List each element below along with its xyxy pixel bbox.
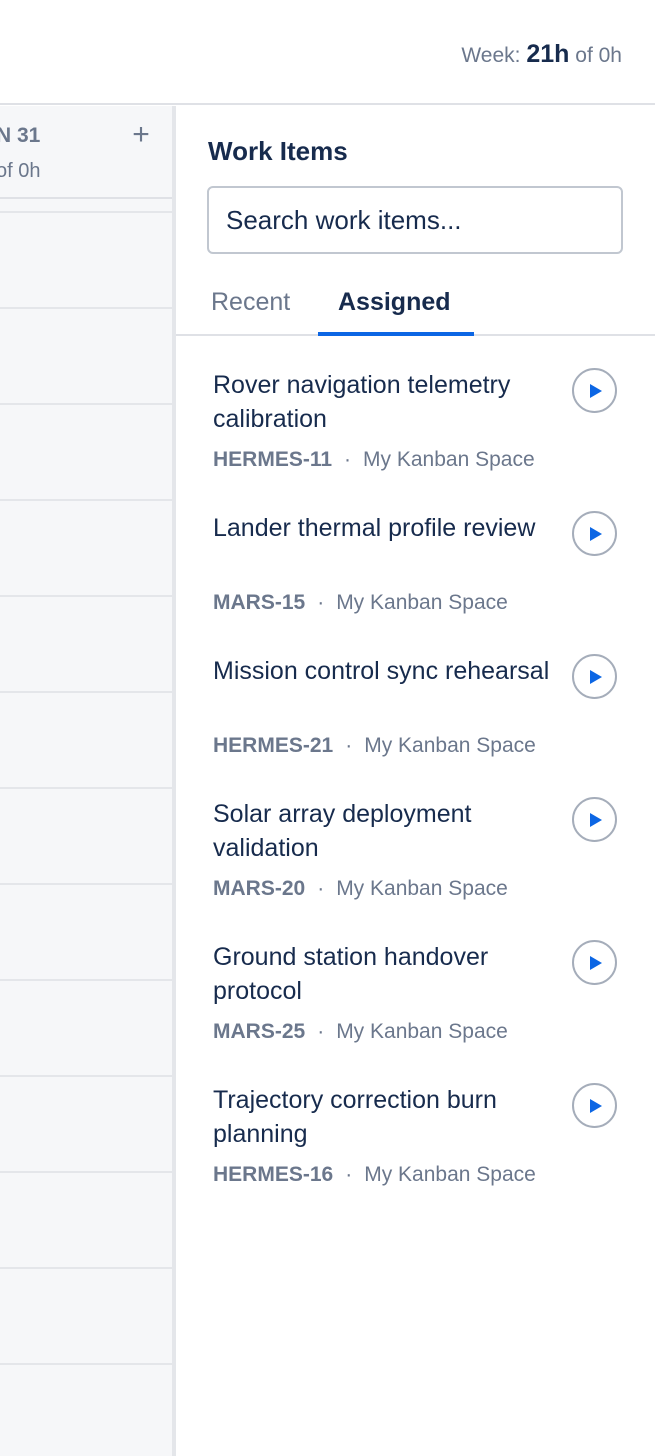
tab-recent[interactable]: Recent (211, 288, 290, 336)
work-item[interactable]: Lander thermal profile review MARS-15 · My… (213, 511, 633, 641)
work-item-key: MARS-25 (213, 1020, 306, 1043)
work-item-meta: HERMES-11 · My Kanban Space (213, 448, 535, 472)
meta-separator: · (345, 1163, 353, 1186)
meta-separator: · (345, 734, 353, 757)
work-item-space: My Kanban Space (336, 877, 508, 900)
work-item-meta: MARS-25 · My Kanban Space (213, 1020, 508, 1044)
work-item[interactable]: Rover navigation telemetry calibration H… (213, 368, 633, 498)
week-hours: 21h (526, 40, 570, 68)
work-item-title: Solar array deployment validation (213, 800, 472, 862)
work-item-space: My Kanban Space (363, 448, 535, 471)
work-item-space: My Kanban Space (364, 734, 536, 757)
work-item-title: Lander thermal profile review (213, 514, 536, 542)
play-icon (590, 956, 602, 970)
time-slot-divider (0, 1363, 172, 1365)
work-item-key: MARS-15 (213, 591, 306, 614)
day-header: N 31 of 0h + (0, 106, 172, 199)
calendar-day-column: N 31 of 0h + (0, 106, 172, 1456)
work-item-space: My Kanban Space (336, 1020, 508, 1043)
work-item-title: Rover navigation telemetry calibration (213, 371, 511, 433)
work-item-key: HERMES-16 (213, 1163, 334, 1186)
work-item-key: HERMES-21 (213, 734, 334, 757)
work-item-key: HERMES-11 (213, 448, 333, 471)
work-item-meta: MARS-15 · My Kanban Space (213, 591, 508, 615)
week-label: Week: (461, 44, 521, 67)
work-items-panel: Work Items Recent Assigned Rover navigat… (176, 106, 655, 1456)
time-slot-divider (0, 1075, 172, 1077)
time-slot-divider (0, 403, 172, 405)
search-input[interactable] (207, 186, 623, 254)
time-slot-divider (0, 1267, 172, 1269)
week-capacity: of 0h (575, 44, 622, 67)
play-icon (590, 1099, 602, 1113)
work-item-meta: HERMES-16 · My Kanban Space (213, 1163, 536, 1187)
plus-icon[interactable]: + (126, 120, 156, 150)
work-item-title: Mission control sync rehearsal (213, 657, 550, 685)
top-header: Week: 21h of 0h (0, 0, 655, 105)
time-slot-divider (0, 691, 172, 693)
tab-assigned[interactable]: Assigned (318, 288, 474, 336)
meta-separator: · (317, 877, 325, 900)
work-item[interactable]: Solar array deployment validation MARS-2… (213, 797, 633, 927)
start-timer-button[interactable] (572, 368, 617, 413)
start-timer-button[interactable] (572, 1083, 617, 1128)
meta-separator: · (317, 1020, 325, 1043)
time-slot-divider (0, 979, 172, 981)
time-slot-divider (0, 595, 172, 597)
day-total: of 0h (0, 160, 41, 182)
play-icon (590, 813, 602, 827)
time-slot-divider (0, 499, 172, 501)
time-slot-divider (0, 787, 172, 789)
time-slot-divider (0, 883, 172, 885)
time-slot-divider (0, 1171, 172, 1173)
work-item-title: Ground station handover protocol (213, 943, 489, 1005)
time-slot-divider (0, 307, 172, 309)
work-item-meta: HERMES-21 · My Kanban Space (213, 734, 536, 758)
time-slot-divider (0, 211, 172, 213)
play-icon (590, 384, 602, 398)
work-item-title: Trajectory correction burn planning (213, 1086, 497, 1148)
work-item[interactable]: Mission control sync rehearsal HERMES-21… (213, 654, 633, 784)
start-timer-button[interactable] (572, 654, 617, 699)
work-item-space: My Kanban Space (336, 591, 508, 614)
work-item[interactable]: Trajectory correction burn planning HERM… (213, 1083, 633, 1213)
work-item-meta: MARS-20 · My Kanban Space (213, 877, 508, 901)
meta-separator: · (317, 591, 325, 614)
work-item-key: MARS-20 (213, 877, 306, 900)
panel-title: Work Items (208, 136, 348, 166)
work-item[interactable]: Ground station handover protocol MARS-25… (213, 940, 633, 1070)
work-item-space: My Kanban Space (364, 1163, 536, 1186)
start-timer-button[interactable] (572, 797, 617, 842)
start-timer-button[interactable] (572, 511, 617, 556)
meta-separator: · (344, 448, 352, 471)
week-summary: Week: 21h of 0h (461, 40, 622, 69)
start-timer-button[interactable] (572, 940, 617, 985)
play-icon (590, 527, 602, 541)
play-icon (590, 670, 602, 684)
day-label: N 31 (0, 124, 41, 147)
tab-bar: Recent Assigned (176, 278, 655, 336)
